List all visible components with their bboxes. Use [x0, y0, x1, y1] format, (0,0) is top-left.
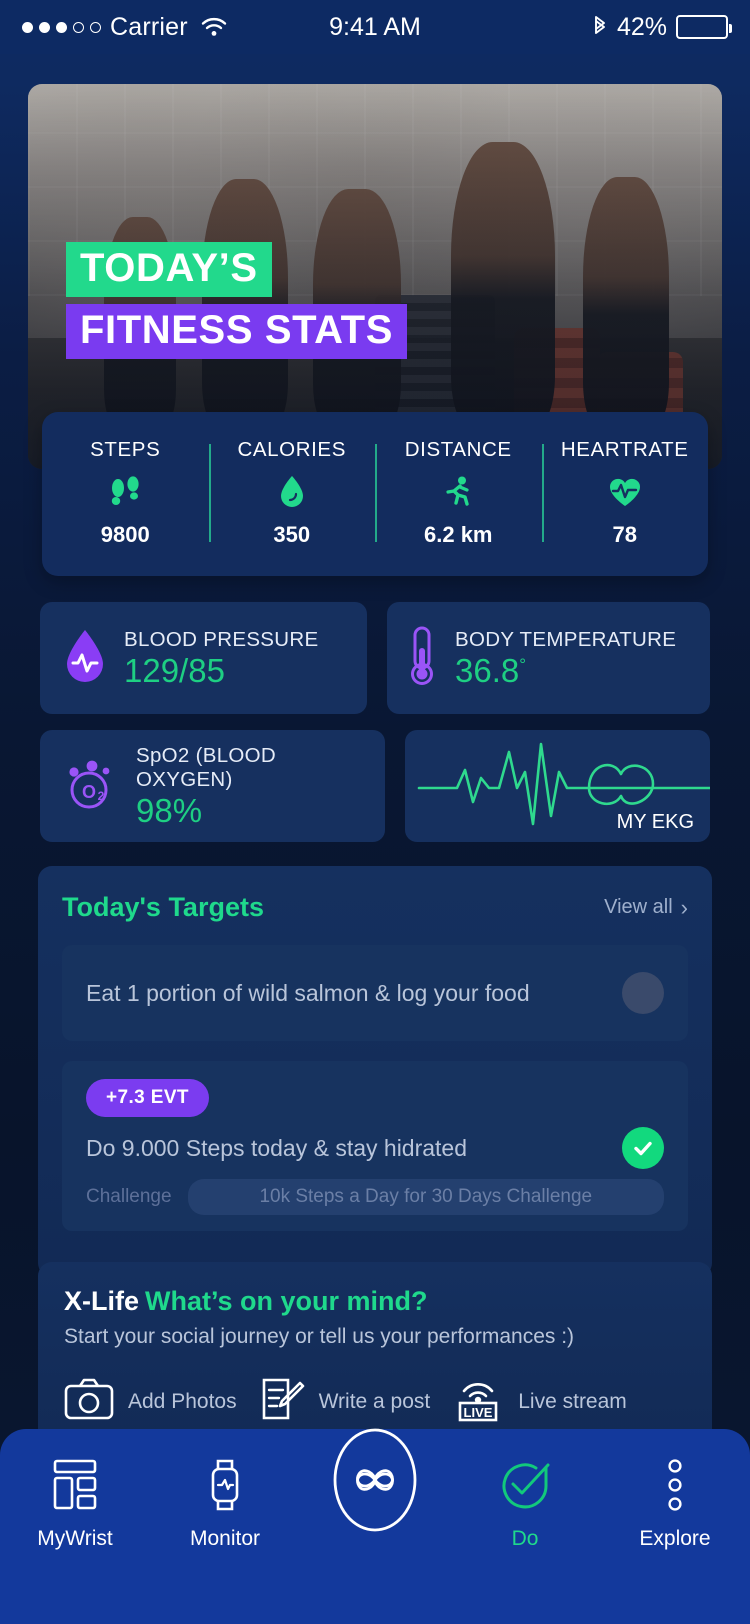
- write-post-button[interactable]: Write a post: [259, 1377, 431, 1426]
- blood-pressure-card[interactable]: BLOOD PRESSURE 129/85: [40, 602, 367, 714]
- stat-value: 9800: [100, 522, 150, 547]
- hero-title-block: TODAY’S FITNESS STATS: [66, 242, 407, 359]
- runner-icon: [442, 475, 474, 509]
- evt-reward-badge: +7.3 EVT: [86, 1079, 209, 1117]
- status-bar: Carrier 9:41 AM 42%: [0, 0, 750, 54]
- check-circle-icon: [496, 1455, 554, 1515]
- stat-heartrate[interactable]: HEARTRATE 78: [541, 438, 709, 548]
- stat-value: 350: [273, 522, 311, 547]
- view-all-link[interactable]: View all ›: [604, 896, 688, 919]
- battery-icon: [676, 15, 732, 39]
- app-logo-icon: [329, 1428, 421, 1532]
- stat-calories[interactable]: CALORIES 350: [208, 438, 376, 548]
- nav-label: Do: [511, 1527, 539, 1550]
- body-temperature-card[interactable]: BODY TEMPERATURE 36.8°: [387, 602, 710, 714]
- target-text: Eat 1 portion of wild salmon & log your …: [86, 979, 530, 1006]
- ekg-label: MY EKG: [616, 811, 694, 833]
- vital-value: 129/85: [124, 651, 225, 689]
- vitals-row: BLOOD PRESSURE 129/85 BODY TEMPERATURE 3…: [40, 602, 710, 714]
- more-dots-icon: [663, 1455, 687, 1515]
- nav-label: Explore: [639, 1527, 711, 1550]
- xlife-subtitle: Start your social journey or tell us you…: [64, 1325, 575, 1348]
- vital-value: 36.8°: [455, 651, 527, 689]
- nav-item-mywrist[interactable]: MyWrist: [0, 1455, 150, 1551]
- stat-distance[interactable]: DISTANCE 6.2 km: [375, 438, 542, 548]
- vital-label: BLOOD PRESSURE: [124, 627, 319, 651]
- camera-icon: [64, 1378, 114, 1425]
- degree-unit: °: [519, 654, 527, 674]
- spo2-card[interactable]: O 2 SpO2 (BLOOD OXYGEN) 98%: [40, 730, 385, 842]
- xlife-question: What’s on your mind?: [145, 1286, 428, 1316]
- clock: 9:41 AM: [329, 12, 421, 41]
- add-photos-button[interactable]: Add Photos: [64, 1378, 237, 1425]
- challenge-label: Challenge: [86, 1186, 172, 1207]
- challenge-name-pill[interactable]: 10k Steps a Day for 30 Days Challenge: [187, 1179, 664, 1215]
- target-checkbox-checked[interactable]: [622, 1127, 664, 1169]
- write-post-label: Write a post: [318, 1389, 431, 1413]
- add-photos-label: Add Photos: [128, 1389, 237, 1413]
- dashboard-grid-icon: [49, 1455, 101, 1515]
- xlife-actions: Add Photos Write a post LIVE Live stream: [64, 1375, 686, 1428]
- view-all-label: View all: [604, 896, 673, 918]
- nav-item-monitor[interactable]: Monitor: [150, 1455, 300, 1551]
- target-checkbox-unchecked[interactable]: [622, 972, 664, 1014]
- xlife-title: X-Life What’s on your mind?: [64, 1286, 686, 1317]
- stat-label: CALORIES: [237, 438, 346, 461]
- hero-title-line2: FITNESS STATS: [66, 304, 407, 359]
- svg-text:LIVE: LIVE: [464, 1405, 493, 1420]
- vital-label: BODY TEMPERATURE: [455, 627, 677, 651]
- footprints-icon: [109, 475, 141, 509]
- nav-item-explore[interactable]: Explore: [600, 1455, 750, 1551]
- live-stream-button[interactable]: LIVE Live stream: [452, 1375, 627, 1428]
- flame-drop-icon: [279, 475, 305, 509]
- svg-text:2: 2: [98, 789, 105, 803]
- vital-label: SpO2 (BLOOD OXYGEN): [136, 743, 277, 791]
- target-text: Do 9.000 Steps today & stay hidrated: [86, 1134, 468, 1161]
- bottom-navigation-bar: MyWrist Monitor Do Explore: [0, 1428, 750, 1624]
- stat-label: DISTANCE: [404, 438, 512, 461]
- heart-pulse-icon: [608, 475, 642, 509]
- nav-label: Monitor: [189, 1527, 261, 1550]
- targets-title: Today's Targets: [62, 892, 264, 922]
- thermometer-icon: [405, 624, 439, 693]
- vitals-row: O 2 SpO2 (BLOOD OXYGEN) 98% MY EKG: [40, 730, 710, 842]
- chevron-right-icon: ›: [680, 894, 688, 920]
- o2-bubble-icon: O 2: [62, 755, 120, 818]
- target-challenge-row: Challenge 10k Steps a Day for 30 Days Ch…: [86, 1179, 664, 1215]
- stat-label: STEPS: [90, 438, 161, 461]
- live-stream-label: Live stream: [518, 1389, 627, 1413]
- todays-targets-card: Today's Targets View all › Eat 1 portion…: [38, 866, 712, 1277]
- blood-drop-pulse-icon: [62, 627, 108, 690]
- smartwatch-icon: [203, 1455, 247, 1515]
- stat-value: 78: [612, 522, 637, 547]
- live-stream-icon: LIVE: [452, 1375, 504, 1428]
- target-item-salmon[interactable]: Eat 1 portion of wild salmon & log your …: [62, 945, 688, 1041]
- nav-label: MyWrist: [37, 1527, 113, 1550]
- spo2-texts: SpO2 (BLOOD OXYGEN) 98%: [136, 744, 367, 829]
- svg-text:O: O: [82, 782, 96, 802]
- body-temperature-texts: BODY TEMPERATURE 36.8°: [455, 628, 676, 689]
- stat-label: HEARTRATE: [560, 438, 689, 461]
- daily-stats-strip: STEPS 9800 CALORIES 350 DISTANCE 6.2 km …: [42, 412, 708, 576]
- nav-item-app-logo[interactable]: [300, 1428, 450, 1535]
- target-item-steps[interactable]: +7.3 EVT Do 9.000 Steps today & stay hid…: [62, 1061, 688, 1231]
- ekg-card[interactable]: MY EKG: [405, 730, 710, 842]
- hero-title-line1: TODAY’S: [66, 242, 272, 297]
- vitals-grid: BLOOD PRESSURE 129/85 BODY TEMPERATURE 3…: [40, 602, 710, 858]
- targets-header: Today's Targets View all ›: [62, 892, 688, 923]
- vital-value: 98%: [136, 791, 203, 829]
- xlife-brand: X-Life: [64, 1286, 140, 1316]
- write-post-icon: [259, 1377, 305, 1426]
- nav-item-do[interactable]: Do: [450, 1455, 600, 1551]
- stat-value: 6.2 km: [424, 522, 493, 547]
- blood-pressure-texts: BLOOD PRESSURE 129/85: [124, 628, 318, 689]
- stat-steps[interactable]: STEPS 9800: [42, 438, 209, 548]
- target-main-row: Do 9.000 Steps today & stay hidrated: [86, 1127, 664, 1169]
